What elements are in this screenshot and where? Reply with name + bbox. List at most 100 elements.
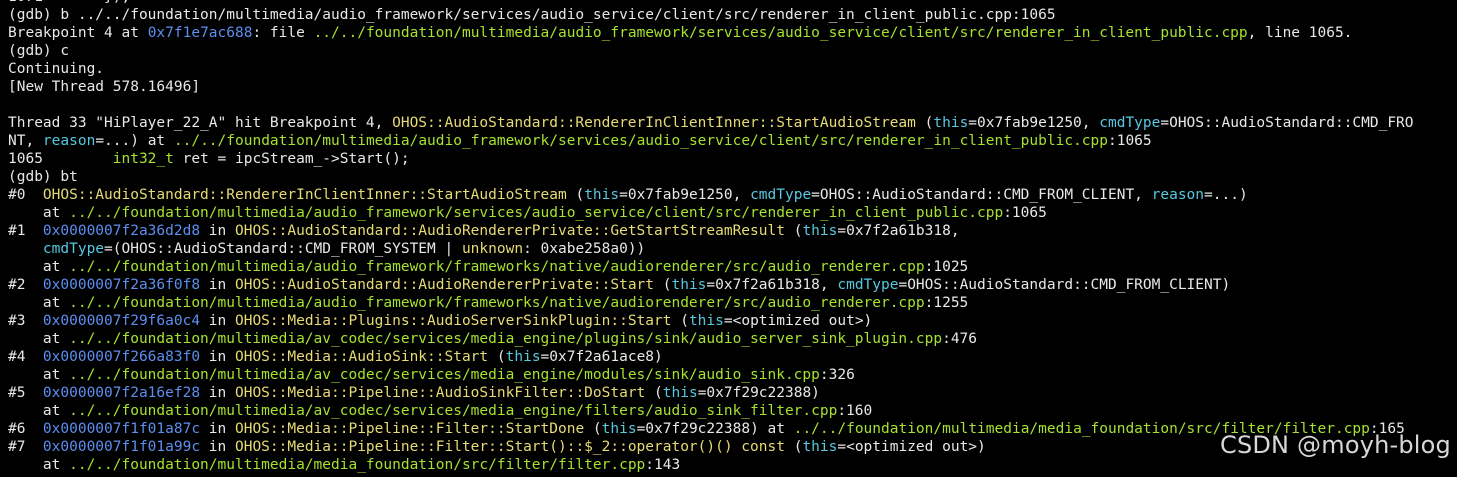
- terminal-text-segment: =OHOS::AudioStandard::CMD_FROM_CLIENT): [898, 277, 1231, 293]
- terminal-text-segment: this: [584, 187, 620, 203]
- terminal-text-segment: reason: [1151, 187, 1205, 203]
- terminal-line: #3 0x0000007f29f6a0c4 in OHOS::Media::Pl…: [8, 312, 1457, 330]
- terminal-text-segment: :476: [942, 331, 978, 347]
- terminal-text-segment: (: [488, 349, 506, 365]
- terminal-text-segment: 0x7f1e7ac688: [147, 25, 253, 41]
- terminal-text-segment: , line 1065.: [1247, 25, 1353, 41]
- terminal-text-segment: =0x7f2a61b318,: [706, 277, 838, 293]
- terminal-line: #1 0x0000007f2a36d2d8 in OHOS::AudioStan…: [8, 222, 1457, 240]
- terminal-text-segment: OHOS::AudioStandard::RendererInClientInn…: [392, 115, 916, 131]
- terminal-line: cmdType=(OHOS::AudioStandard::CMD_FROM_S…: [8, 240, 1457, 258]
- terminal-text-segment: =OHOS::AudioStandard::CMD_FRO: [1160, 115, 1414, 131]
- terminal-line: at ../../foundation/multimedia/audio_fra…: [8, 204, 1457, 222]
- terminal-line: at ../../foundation/multimedia/audio_fra…: [8, 294, 1457, 312]
- terminal-text-segment: in: [200, 421, 235, 437]
- terminal-text-segment: (: [784, 439, 803, 455]
- terminal-text-segment: (: [671, 313, 689, 329]
- terminal-text-segment: (: [566, 187, 585, 203]
- terminal-line: #2 0x0000007f2a36f0f8 in OHOS::AudioStan…: [8, 276, 1457, 294]
- terminal-text-segment: (: [654, 277, 672, 293]
- terminal-text-segment: at: [8, 367, 70, 383]
- terminal-line: #4 0x0000007f266a83f0 in OHOS::Media::Au…: [8, 348, 1457, 366]
- terminal-text-segment: #2: [8, 277, 43, 293]
- terminal-text-segment: (gdb) bt: [8, 169, 78, 185]
- terminal-line: at ../../foundation/multimedia/av_codec/…: [8, 402, 1457, 420]
- terminal-text-segment: this: [933, 115, 969, 131]
- terminal-line: at ../../foundation/multimedia/av_codec/…: [8, 330, 1457, 348]
- terminal-text-segment: 0x0000007f2a36f0f8: [42, 277, 201, 293]
- terminal-text-segment: ../../foundation/multimedia/av_codec/ser…: [69, 403, 838, 419]
- terminal-text-segment: 0x0000007f2a16ef28: [42, 385, 201, 401]
- terminal-text-segment: 0x0000007f2a36d2d8: [42, 223, 201, 239]
- terminal-text-segment: 0x0000007f1f01a87c: [42, 421, 201, 437]
- terminal-text-segment: #6: [8, 421, 43, 437]
- terminal-text-segment: Continuing.: [8, 61, 105, 77]
- terminal-text-segment: :326: [819, 367, 855, 383]
- terminal-line: #5 0x0000007f2a16ef28 in OHOS::Media::Pi…: [8, 384, 1457, 402]
- terminal-text-segment: #5: [8, 385, 43, 401]
- terminal-text-segment: (: [645, 385, 663, 401]
- terminal-text-segment: Thread 33 "HiPlayer_22_A" hit Breakpoint…: [8, 115, 393, 131]
- terminal-text-segment: #3: [8, 313, 43, 329]
- terminal-text-segment: #1: [8, 223, 43, 239]
- terminal-text-segment: =0x7f29c22388) at: [636, 421, 794, 437]
- terminal-text-segment: this: [802, 439, 838, 455]
- terminal-line: at ../../foundation/multimedia/audio_fra…: [8, 258, 1457, 276]
- terminal-text-segment: : 0xabe258a0)): [523, 241, 646, 257]
- terminal-text-segment: this: [662, 385, 698, 401]
- terminal-text-segment: =...): [1204, 187, 1248, 203]
- terminal-text-segment: at: [8, 457, 70, 473]
- terminal-text-segment: Breakpoint 4 at: [8, 25, 148, 41]
- terminal-text-segment: =...) at: [95, 133, 174, 149]
- gdb-terminal-output[interactable]: 1071 }); (gdb) b ../../foundation/multime…: [8, 0, 1457, 474]
- terminal-line: #0 OHOS::AudioStandard::RendererInClient…: [8, 186, 1457, 204]
- terminal-text-segment: (: [915, 115, 934, 131]
- terminal-text-segment: unknown: [461, 241, 524, 257]
- terminal-text-segment: =(OHOS::AudioStandard::CMD_FROM_SYSTEM |: [104, 241, 462, 257]
- terminal-text-segment: this: [802, 223, 838, 239]
- terminal-text-segment: this: [671, 277, 707, 293]
- terminal-text-segment: :1065: [1107, 133, 1152, 149]
- terminal-text-segment: at: [8, 205, 70, 221]
- terminal-text-segment: in: [200, 223, 235, 239]
- terminal-text-segment: ../../foundation/multimedia/audio_framew…: [173, 133, 1108, 149]
- terminal-text-segment: =<optimized out>): [723, 313, 873, 329]
- terminal-text-segment: =OHOS::AudioStandard::CMD_FROM_CLIENT,: [811, 187, 1152, 203]
- terminal-text-segment: ../../foundation/multimedia/av_codec/ser…: [69, 367, 820, 383]
- terminal-text-segment: (: [584, 421, 602, 437]
- terminal-text-segment: int32_t: [112, 151, 174, 167]
- terminal-text-segment: cmdType: [750, 187, 812, 203]
- terminal-text-segment: #0: [8, 187, 43, 203]
- terminal-text-segment: in: [200, 439, 235, 455]
- terminal-text-segment: ret = ipcStream_->Start();: [173, 151, 410, 167]
- terminal-text-segment: cmdType: [1099, 115, 1161, 131]
- terminal-line: (gdb) c: [8, 42, 1457, 60]
- terminal-line: Thread 33 "HiPlayer_22_A" hit Breakpoint…: [8, 114, 1457, 132]
- terminal-text-segment: in: [200, 277, 235, 293]
- terminal-text-segment: (: [784, 223, 803, 239]
- terminal-text-segment: =<optimized out>): [837, 439, 986, 455]
- terminal-text-segment: #4: [8, 349, 43, 365]
- terminal-text-segment: [New Thread 578.16496]: [8, 79, 201, 95]
- terminal-text-segment: 0x0000007f266a83f0: [42, 349, 201, 365]
- terminal-line: at ../../foundation/multimedia/av_codec/…: [8, 366, 1457, 384]
- terminal-text-segment: 1071 });: [8, 0, 130, 5]
- terminal-text-segment: OHOS::Media::Pipeline::Filter::StartDone: [234, 421, 585, 437]
- terminal-text-segment: :160: [837, 403, 873, 419]
- terminal-text-segment: =0x7f2a61b318,: [837, 223, 960, 239]
- terminal-text-segment: :1065: [1003, 205, 1047, 221]
- terminal-text-segment: OHOS::Media::AudioSink::Start: [234, 349, 489, 365]
- terminal-text-segment: at: [8, 331, 70, 347]
- terminal-line: Breakpoint 4 at 0x7f1e7ac688: file ../..…: [8, 24, 1457, 42]
- terminal-text-segment: OHOS::AudioStandard::AudioRendererPrivat…: [234, 277, 655, 293]
- watermark: CSDN @moyh-blog: [1219, 431, 1451, 459]
- terminal-text-segment: (gdb) c: [8, 43, 70, 59]
- terminal-text-segment: ../../foundation/multimedia/audio_framew…: [69, 295, 925, 311]
- terminal-text-segment: 1065: [8, 151, 113, 167]
- terminal-text-segment: cmdType: [837, 277, 899, 293]
- terminal-text-segment: 0x0000007f1f01a99c: [42, 439, 201, 455]
- terminal-text-segment: ../../foundation/multimedia/audio_framew…: [69, 205, 1004, 221]
- terminal-text-segment: in: [200, 313, 235, 329]
